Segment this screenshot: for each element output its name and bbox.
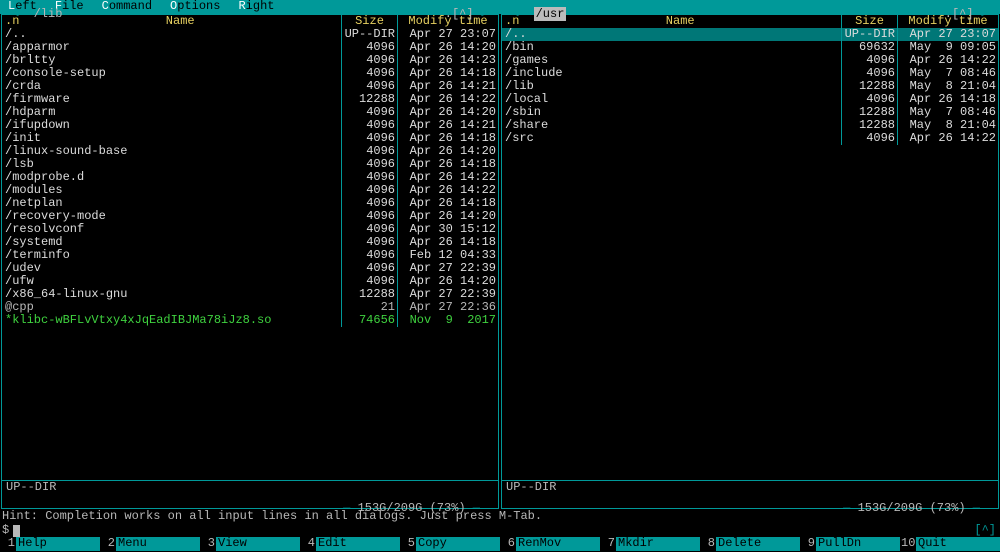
file-name: /local bbox=[502, 93, 842, 106]
file-name: /.. bbox=[2, 28, 342, 41]
fkey-label: Copy bbox=[416, 537, 500, 551]
list-item[interactable]: *klibc-wBFLvVtxy4xJqEadIBJMa78iJz8.so746… bbox=[2, 314, 498, 327]
file-name: /apparmor bbox=[2, 41, 342, 54]
fkey-label: Menu bbox=[116, 537, 200, 551]
panel-left[interactable]: <- /lib .[^]->.nNameSizeModify time/..UP… bbox=[1, 14, 499, 509]
col-size-header[interactable]: Size bbox=[342, 15, 398, 28]
panel-sort-indicator[interactable]: .[^]-> bbox=[445, 8, 488, 21]
fkey-label: Edit bbox=[316, 537, 400, 551]
fkey-label: Delete bbox=[716, 537, 800, 551]
file-mtime: Nov 9 2017 bbox=[398, 314, 498, 327]
file-name: /init bbox=[2, 132, 342, 145]
fkey-label: Mkdir bbox=[616, 537, 700, 551]
file-name: /.. bbox=[502, 28, 842, 41]
fkey-number: 2 bbox=[100, 537, 116, 551]
file-name: /hdparm bbox=[2, 106, 342, 119]
file-name: /modules bbox=[2, 184, 342, 197]
fkey-renmov[interactable]: 6RenMov bbox=[500, 537, 600, 551]
fkey-label: Help bbox=[16, 537, 100, 551]
file-name: /src bbox=[502, 132, 842, 145]
fkey-pulldn[interactable]: 9PullDn bbox=[800, 537, 900, 551]
file-name: /resolvconf bbox=[2, 223, 342, 236]
file-size: 4096 bbox=[842, 132, 898, 145]
fkey-number: 8 bbox=[700, 537, 716, 551]
col-size-header[interactable]: Size bbox=[842, 15, 898, 28]
menu-item-options[interactable]: Options bbox=[170, 0, 238, 14]
file-name: /lib bbox=[502, 80, 842, 93]
disk-usage: — 153G/209G (73%) — bbox=[843, 502, 980, 515]
fkey-number: 9 bbox=[800, 537, 816, 551]
file-name: /console-setup bbox=[2, 67, 342, 80]
panel-title[interactable]: <- /lib bbox=[12, 8, 62, 21]
fkey-menu[interactable]: 2Menu bbox=[100, 537, 200, 551]
file-list[interactable]: /..UP--DIRApr 27 23:07/bin69632May 9 09:… bbox=[502, 28, 998, 473]
file-name: /sbin bbox=[502, 106, 842, 119]
file-name: /brltty bbox=[2, 54, 342, 67]
panel-title[interactable]: <- /usr bbox=[512, 8, 566, 21]
fkey-number: 5 bbox=[400, 537, 416, 551]
file-name: /firmware bbox=[2, 93, 342, 106]
panel-status: UP--DIR bbox=[502, 480, 998, 494]
fkey-label: PullDn bbox=[816, 537, 900, 551]
file-name: /share bbox=[502, 119, 842, 132]
file-name: /systemd bbox=[2, 236, 342, 249]
panel-sort-indicator[interactable]: .[^]-> bbox=[945, 8, 988, 21]
function-keys[interactable]: 1Help2Menu3View4Edit5Copy6RenMov7Mkdir8D… bbox=[0, 537, 1000, 551]
file-name: /lsb bbox=[2, 158, 342, 171]
file-name: /linux-sound-base bbox=[2, 145, 342, 158]
file-list[interactable]: /..UP--DIRApr 27 23:07/apparmor4096Apr 2… bbox=[2, 28, 498, 473]
file-name: /include bbox=[502, 67, 842, 80]
file-name: /ifupdown bbox=[2, 119, 342, 132]
disk-usage: — 153G/209G (73%) — bbox=[343, 502, 480, 515]
menubar[interactable]: LeftFileCommandOptionsRight bbox=[0, 0, 1000, 14]
file-name: /ufw bbox=[2, 275, 342, 288]
fkey-quit[interactable]: 10Quit bbox=[900, 537, 1000, 551]
fkey-label: View bbox=[216, 537, 300, 551]
fkey-copy[interactable]: 5Copy bbox=[400, 537, 500, 551]
file-name: /recovery-mode bbox=[2, 210, 342, 223]
column-headers[interactable]: .nNameSizeModify time bbox=[2, 15, 498, 28]
file-name: /modprobe.d bbox=[2, 171, 342, 184]
workspace: <- /lib .[^]->.nNameSizeModify time/..UP… bbox=[0, 14, 1000, 509]
file-name: /netplan bbox=[2, 197, 342, 210]
column-headers[interactable]: .nNameSizeModify time bbox=[502, 15, 998, 28]
fkey-help[interactable]: 1Help bbox=[0, 537, 100, 551]
fkey-label: Quit bbox=[916, 537, 1000, 551]
file-name: /crda bbox=[2, 80, 342, 93]
file-name: /udev bbox=[2, 262, 342, 275]
file-name: /terminfo bbox=[2, 249, 342, 262]
file-name: @cpp bbox=[2, 301, 342, 314]
menu-item-right[interactable]: Right bbox=[238, 0, 292, 14]
fkey-view[interactable]: 3View bbox=[200, 537, 300, 551]
file-name: /x86_64-linux-gnu bbox=[2, 288, 342, 301]
panel-right[interactable]: <- /usr .[^]->.nNameSizeModify time/..UP… bbox=[501, 14, 999, 509]
file-name: /games bbox=[502, 54, 842, 67]
file-name: /bin bbox=[502, 41, 842, 54]
cursor bbox=[13, 525, 20, 537]
fkey-number: 6 bbox=[500, 537, 516, 551]
fkey-number: 4 bbox=[300, 537, 316, 551]
list-item[interactable]: /src4096Apr 26 14:22 bbox=[502, 132, 998, 145]
fkey-delete[interactable]: 8Delete bbox=[700, 537, 800, 551]
panel-status: UP--DIR bbox=[2, 480, 498, 494]
fkey-label: RenMov bbox=[516, 537, 600, 551]
fkey-mkdir[interactable]: 7Mkdir bbox=[600, 537, 700, 551]
fkey-number: 1 bbox=[0, 537, 16, 551]
file-name: *klibc-wBFLvVtxy4xJqEadIBJMa78iJz8.so bbox=[2, 314, 342, 327]
fkey-number: 3 bbox=[200, 537, 216, 551]
fkey-edit[interactable]: 4Edit bbox=[300, 537, 400, 551]
menu-item-command[interactable]: Command bbox=[102, 0, 170, 14]
prompt-caret: [^] bbox=[974, 524, 996, 537]
file-size: 74656 bbox=[342, 314, 398, 327]
fkey-number: 7 bbox=[600, 537, 616, 551]
file-mtime: Apr 26 14:22 bbox=[898, 132, 998, 145]
fkey-number: 10 bbox=[900, 537, 916, 551]
